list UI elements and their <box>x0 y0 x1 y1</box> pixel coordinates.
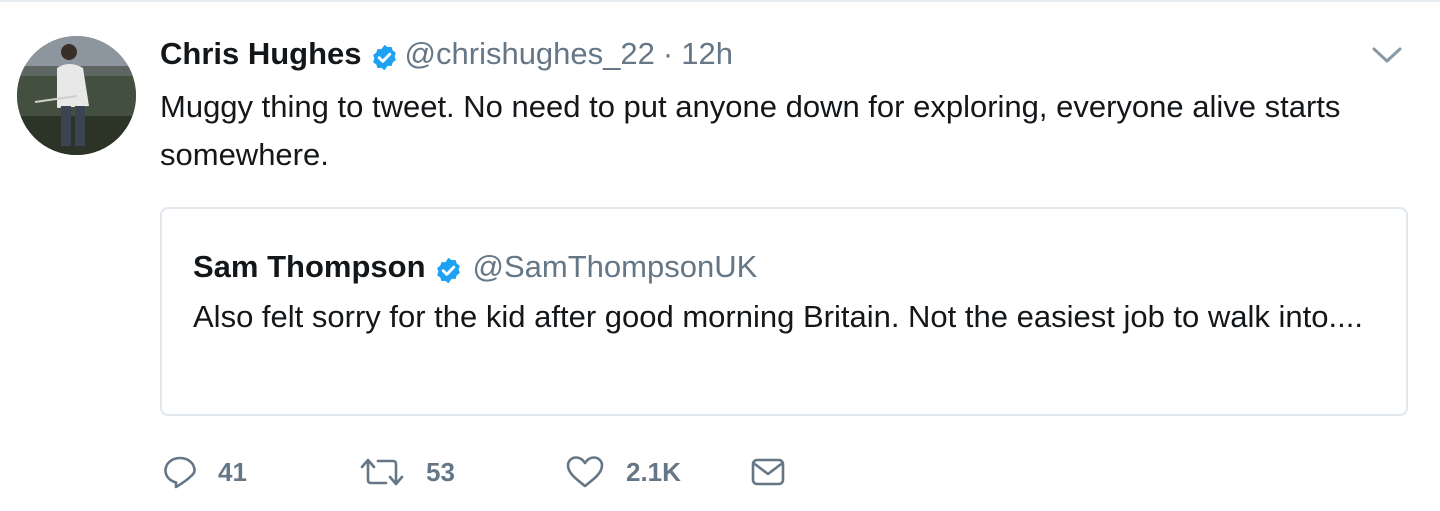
quoted-tweet-header: Sam Thompson @SamThompsonUK <box>193 245 757 289</box>
reply-button[interactable]: 41 <box>162 454 358 490</box>
like-button[interactable]: 2.1K <box>564 454 750 490</box>
heart-icon <box>564 454 606 490</box>
verified-badge-icon <box>370 40 399 70</box>
author-name[interactable]: Chris Hughes <box>160 32 362 76</box>
chevron-down-icon[interactable] <box>1370 42 1404 68</box>
retweet-count: 53 <box>426 456 455 487</box>
quoted-author-name: Sam Thompson <box>193 249 426 284</box>
verified-badge-icon <box>434 253 463 283</box>
separator-dot: · <box>662 36 674 71</box>
reply-icon <box>162 454 198 490</box>
retweet-button[interactable]: 53 <box>358 454 564 490</box>
tweet-actions: 41 53 2.1K <box>162 450 786 494</box>
direct-message-button[interactable] <box>750 454 786 490</box>
tweet-card[interactable]: Chris Hughes @chrishughes_22 · 12h Muggy… <box>0 0 1440 511</box>
avatar[interactable] <box>17 36 136 155</box>
quoted-tweet-text: Also felt sorry for the kid after good m… <box>193 299 1363 334</box>
author-handle[interactable]: @chrishughes_22 <box>405 32 655 76</box>
quoted-author-handle: @SamThompsonUK <box>472 249 758 284</box>
retweet-icon <box>358 454 406 490</box>
quoted-tweet[interactable]: Sam Thompson @SamThompsonUK Also felt so… <box>160 207 1408 416</box>
timestamp[interactable]: 12h <box>681 32 733 76</box>
envelope-icon <box>750 454 786 490</box>
tweet-text: Muggy thing to tweet. No need to put any… <box>160 89 1341 172</box>
reply-count: 41 <box>218 456 247 487</box>
like-count: 2.1K <box>626 456 681 487</box>
tweet-header: Chris Hughes @chrishughes_22 · 12h <box>160 32 733 76</box>
